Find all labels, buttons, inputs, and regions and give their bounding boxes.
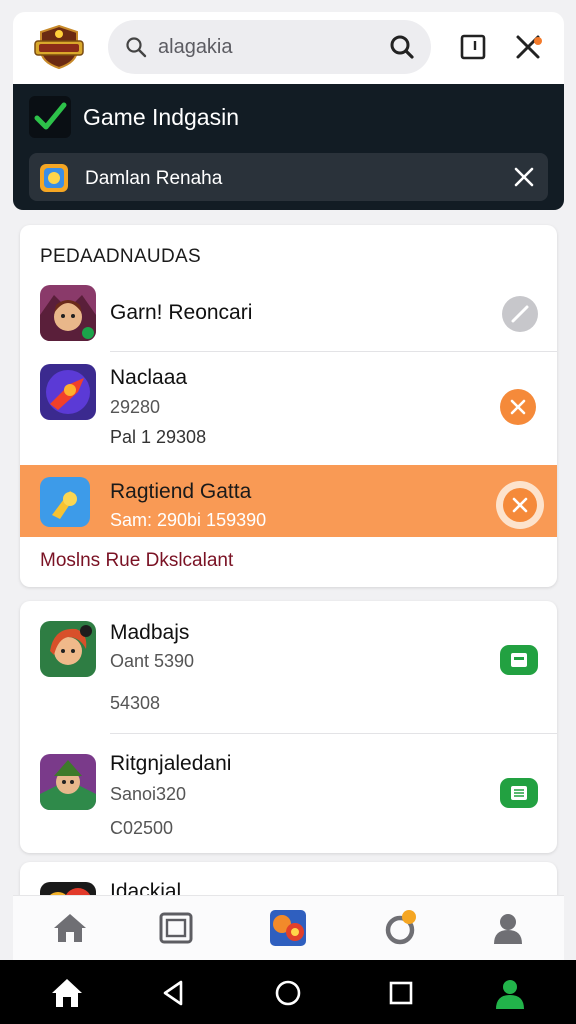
cancel-button[interactable]	[502, 296, 538, 332]
refresh-icon[interactable]	[380, 908, 420, 948]
list-item[interactable]: Madbajs Oant 5390 54308	[20, 601, 557, 731]
game-thumbnail	[40, 621, 96, 677]
banner-title: Game Indgasin	[83, 104, 239, 130]
downloads-card: Madbajs Oant 5390 54308 Ritgnjaledani Sa…	[20, 601, 557, 853]
dismiss-icon[interactable]	[512, 165, 536, 189]
home-icon[interactable]	[50, 976, 84, 1010]
game-thumbnail	[40, 754, 96, 810]
more-link[interactable]: Moslns Rue Dkslcalant	[40, 550, 233, 572]
item-size: Oant 5390	[110, 651, 195, 671]
item-progress: Pal 1 29308	[110, 427, 207, 447]
item-name: Ritgnjaledani	[110, 752, 232, 775]
item-size: 29280	[110, 397, 161, 417]
game-icon[interactable]	[268, 908, 308, 948]
item-size: Sam: 290bi 159390	[110, 510, 267, 530]
item-name: Garn! Reoncari	[110, 301, 253, 324]
game-icon	[39, 163, 69, 193]
list-item-selected[interactable]: Ragtiend Gatta Sam: 290bi 159390	[20, 465, 557, 537]
list-item[interactable]: Ritgnjaledani Sanoi320 C02500	[20, 734, 557, 852]
item-count: C02500	[110, 818, 174, 838]
list-item[interactable]: Garn! Reoncari	[20, 277, 557, 351]
home-icon[interactable]	[50, 908, 90, 948]
recents-icon[interactable]	[384, 976, 418, 1010]
app-logo[interactable]	[33, 24, 85, 70]
item-size: Sanoi320	[110, 784, 187, 804]
back-icon[interactable]	[157, 976, 191, 1010]
game-thumbnail	[40, 477, 90, 527]
checkmark-icon	[29, 96, 71, 138]
library-icon[interactable]	[156, 908, 196, 948]
cancel-button[interactable]	[500, 389, 536, 425]
section-heading: PEDAADNAUDAS	[40, 246, 201, 267]
search-icon	[124, 35, 148, 59]
item-name: Madbajs	[110, 621, 190, 644]
item-count: 54308	[110, 693, 161, 713]
pending-downloads-card: PEDAADNAUDAS Garn! Reoncari Naclaaa 2928…	[20, 225, 557, 587]
user-icon[interactable]	[493, 976, 527, 1010]
cancel-button[interactable]	[496, 481, 544, 529]
system-navigation-bar	[0, 960, 576, 1024]
search-bar[interactable]: alagakia	[108, 20, 431, 74]
notification-banner: Game Indgasin Damlan Renaha	[13, 84, 564, 210]
open-button[interactable]	[500, 778, 538, 808]
open-button[interactable]	[500, 645, 538, 675]
banner-subitem[interactable]: Damlan Renaha	[29, 153, 548, 201]
home-circle-icon[interactable]	[271, 976, 305, 1010]
bottom-navigation	[13, 895, 564, 960]
item-name: Naclaaa	[110, 366, 188, 389]
close-icon[interactable]	[513, 32, 543, 62]
game-thumbnail	[40, 364, 96, 420]
qr-search-icon[interactable]	[389, 34, 415, 60]
top-bar: alagakia	[13, 12, 564, 84]
banner-subtitle: Damlan Renaha	[85, 168, 223, 189]
profile-icon[interactable]	[488, 908, 528, 948]
item-name: Ragtiend Gatta	[110, 480, 252, 503]
square-icon[interactable]	[458, 32, 488, 62]
list-item[interactable]: Naclaaa 29280 Pal 1 29308	[20, 352, 557, 464]
game-thumbnail	[40, 285, 96, 341]
search-query[interactable]: alagakia	[158, 36, 233, 59]
